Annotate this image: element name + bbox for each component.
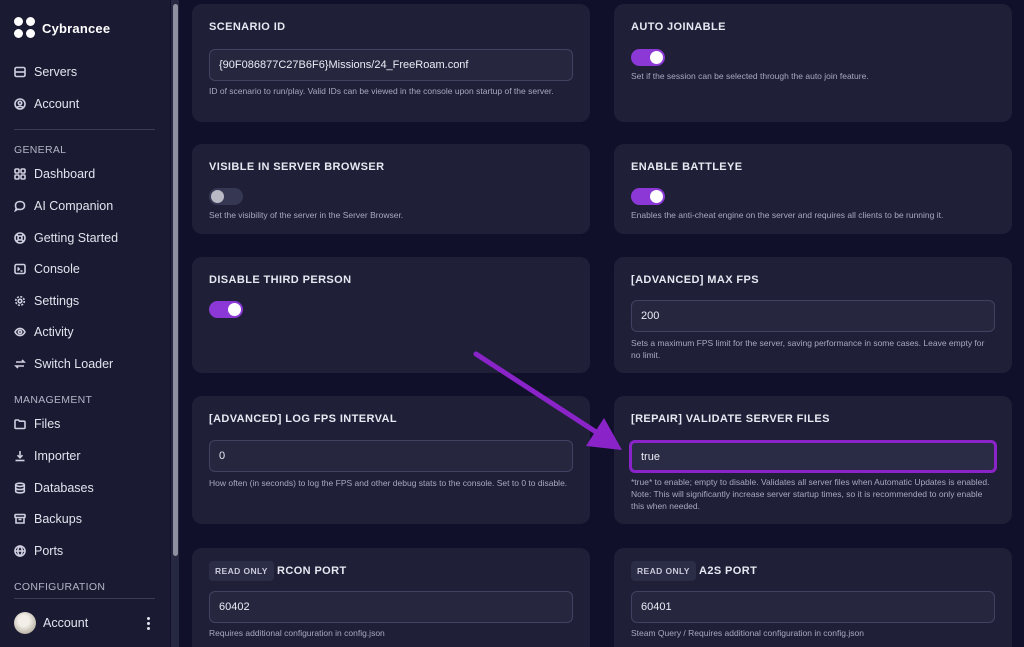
eye-icon xyxy=(14,327,26,337)
nav-settings[interactable]: Settings xyxy=(14,291,79,311)
read-only-badge: READ ONLY xyxy=(631,561,696,581)
card-description: Steam Query / Requires additional config… xyxy=(631,628,864,638)
nav-backups[interactable]: Backups xyxy=(14,509,82,529)
brand-name: Cybrancee xyxy=(42,20,111,36)
card-disable-third-person: DISABLE THIRD PERSON xyxy=(192,257,590,373)
validate-files-input[interactable]: true xyxy=(629,440,997,473)
log-fps-input[interactable]: 0 xyxy=(209,440,573,472)
folder-icon xyxy=(14,419,26,430)
nav-console[interactable]: Console xyxy=(14,259,80,279)
third-person-toggle[interactable] xyxy=(209,301,243,318)
kebab-menu-icon[interactable] xyxy=(143,615,154,632)
card-description: *true* to enable; empty to disable. Vali… xyxy=(631,477,990,511)
gear-icon xyxy=(14,295,26,307)
card-description: Set if the session can be selected throu… xyxy=(631,71,869,81)
read-only-badge: READ ONLY xyxy=(209,561,274,581)
section-configuration: CONFIGURATION xyxy=(14,581,106,593)
card-title: [REPAIR] VALIDATE SERVER FILES xyxy=(631,413,830,425)
nav-activity[interactable]: Activity xyxy=(14,322,74,342)
chat-icon xyxy=(14,200,26,212)
archive-icon xyxy=(14,513,26,524)
globe-icon xyxy=(14,545,26,557)
card-description: Requires additional configuration in con… xyxy=(209,628,385,638)
database-icon xyxy=(14,482,26,494)
nav-importer[interactable]: Importer xyxy=(14,446,81,466)
nav-databases[interactable]: Databases xyxy=(14,478,94,498)
battleye-toggle[interactable] xyxy=(631,188,665,205)
card-description: ID of scenario to run/play. Valid IDs ca… xyxy=(209,86,554,96)
card-title: VISIBLE IN SERVER BROWSER xyxy=(209,161,385,173)
card-max-fps: [ADVANCED] MAX FPS 200 Sets a maximum FP… xyxy=(614,257,1012,373)
nav-switch-loader[interactable]: Switch Loader xyxy=(14,354,113,374)
sidebar-scrollbar-thumb[interactable] xyxy=(173,4,178,556)
card-title: [ADVANCED] LOG FPS INTERVAL xyxy=(209,413,398,425)
card-log-fps-interval: [ADVANCED] LOG FPS INTERVAL 0 How often … xyxy=(192,396,590,524)
nav-ports[interactable]: Ports xyxy=(14,541,63,561)
nav-files[interactable]: Files xyxy=(14,414,60,434)
card-rcon-port: READ ONLY RCON PORT 60402 Requires addit… xyxy=(192,548,590,647)
card-description: Enables the anti-cheat engine on the ser… xyxy=(631,210,944,220)
card-title: A2S PORT xyxy=(699,565,758,577)
a2s-port-input: 60401 xyxy=(631,591,995,623)
card-enable-battleye: ENABLE BATTLEYE Enables the anti-cheat e… xyxy=(614,144,1012,234)
card-title: DISABLE THIRD PERSON xyxy=(209,274,352,286)
card-scenario-id: SCENARIO ID {90F086877C27B6F6}Missions/2… xyxy=(192,4,590,122)
section-general: GENERAL xyxy=(14,144,67,156)
sidebar-divider-bottom xyxy=(14,598,155,599)
section-management: MANAGEMENT xyxy=(14,394,93,406)
avatar xyxy=(14,612,36,634)
user-circle-icon xyxy=(14,98,26,110)
lifebuoy-icon xyxy=(14,232,26,244)
card-title: RCON PORT xyxy=(277,565,347,577)
nav-getting-started[interactable]: Getting Started xyxy=(14,228,118,248)
nav-account[interactable]: Account xyxy=(14,94,79,114)
card-description: Set the visibility of the server in the … xyxy=(209,210,404,220)
sidebar-divider xyxy=(14,129,155,130)
visible-browser-toggle[interactable] xyxy=(209,188,243,205)
card-auto-joinable: AUTO JOINABLE Set if the session can be … xyxy=(614,4,1012,122)
brand[interactable]: Cybrancee xyxy=(14,17,110,39)
nav-servers[interactable]: Servers xyxy=(14,62,77,82)
swap-icon xyxy=(14,359,26,369)
card-description: How often (in seconds) to log the FPS an… xyxy=(209,478,568,488)
card-validate-server-files: [REPAIR] VALIDATE SERVER FILES true *tru… xyxy=(614,396,1012,524)
card-title: SCENARIO ID xyxy=(209,21,286,33)
brand-logo-icon xyxy=(14,17,36,39)
scenario-id-input[interactable]: {90F086877C27B6F6}Missions/24_FreeRoam.c… xyxy=(209,49,573,81)
nav-dashboard[interactable]: Dashboard xyxy=(14,164,95,184)
account-menu[interactable]: Account xyxy=(14,611,154,635)
download-icon xyxy=(15,451,25,462)
card-title: AUTO JOINABLE xyxy=(631,21,726,33)
sidebar: Cybrancee Servers Account GENERAL Dashbo… xyxy=(0,0,170,647)
terminal-icon xyxy=(14,263,26,275)
card-title: ENABLE BATTLEYE xyxy=(631,161,743,173)
card-a2s-port: READ ONLY A2S PORT 60401 Steam Query / R… xyxy=(614,548,1012,647)
card-title: [ADVANCED] MAX FPS xyxy=(631,274,759,286)
card-visible-server-browser: VISIBLE IN SERVER BROWSER Set the visibi… xyxy=(192,144,590,234)
max-fps-input[interactable]: 200 xyxy=(631,300,995,332)
rcon-port-input: 60402 xyxy=(209,591,573,623)
card-description: Sets a maximum FPS limit for the server,… xyxy=(631,338,985,360)
auto-joinable-toggle[interactable] xyxy=(631,49,665,66)
grid-icon xyxy=(14,168,26,180)
account-label: Account xyxy=(43,616,89,630)
nav-ai-companion[interactable]: AI Companion xyxy=(14,196,113,216)
server-icon xyxy=(14,66,26,78)
